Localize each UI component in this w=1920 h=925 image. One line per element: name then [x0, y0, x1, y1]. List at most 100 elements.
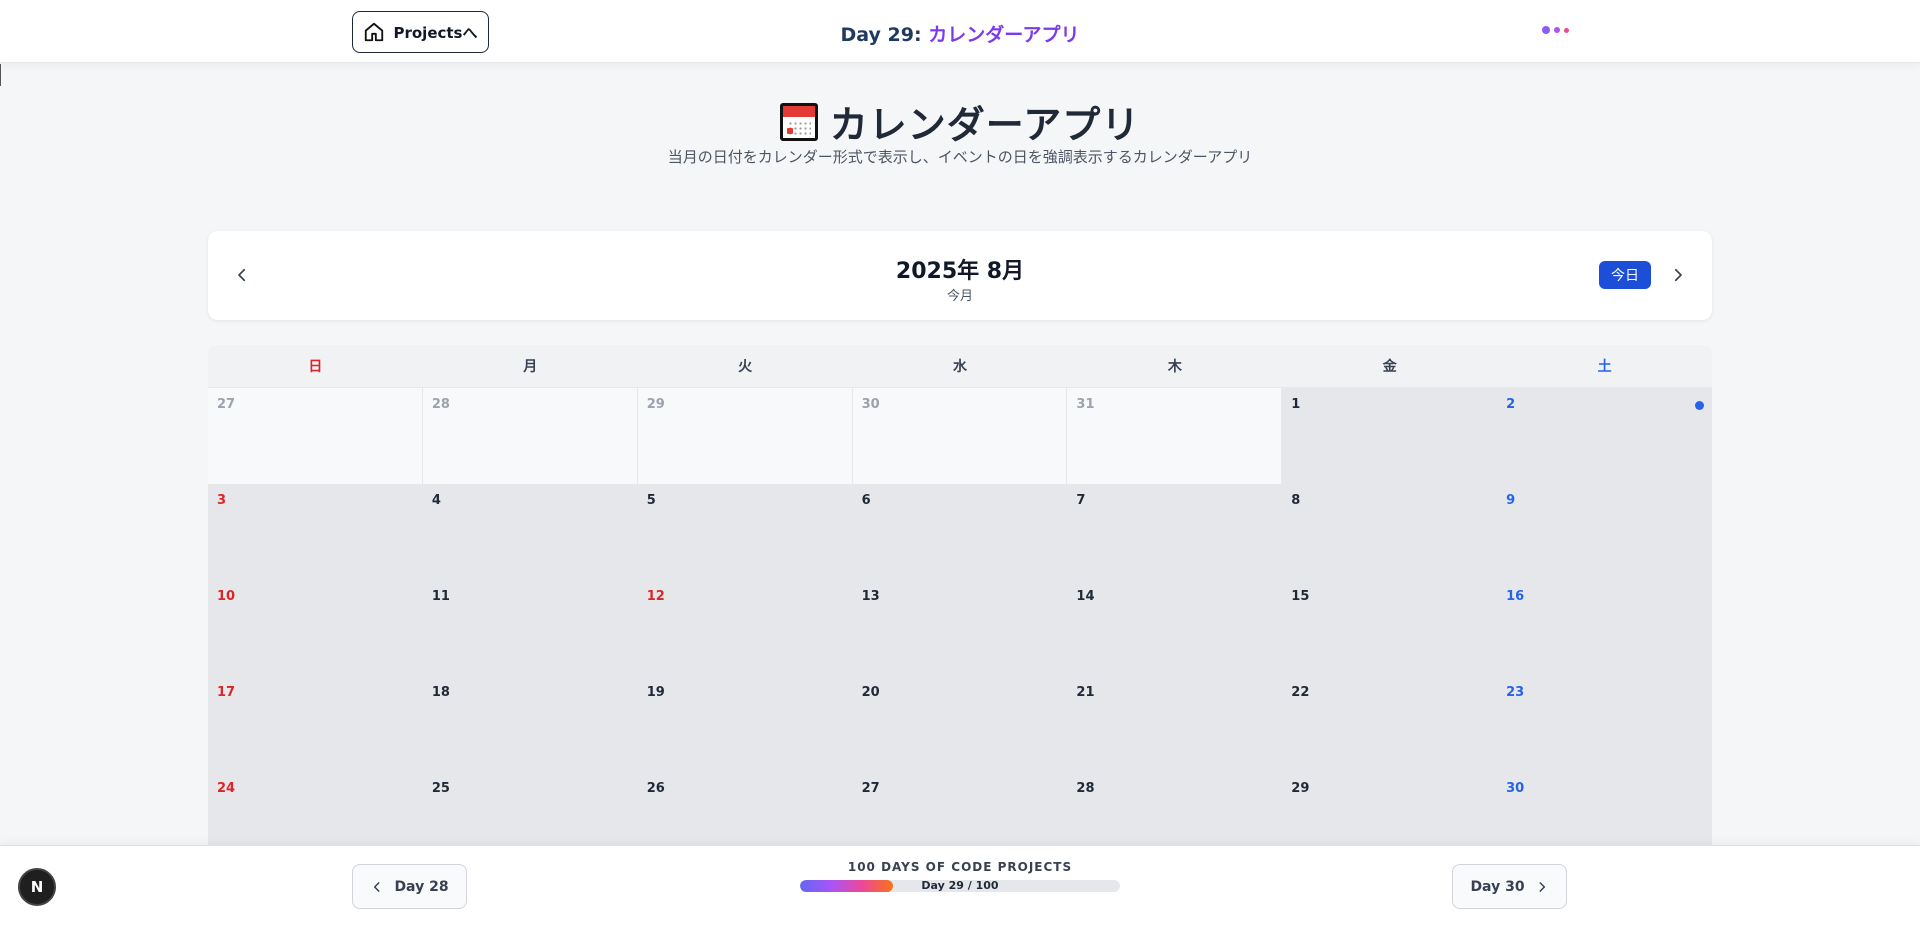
calendar-day-number: 31	[1076, 397, 1095, 412]
calendar-day-cell[interactable]: 3	[208, 484, 423, 580]
calendar-day-number: 8	[1291, 493, 1301, 508]
calendar-day-cell[interactable]: 29	[637, 388, 853, 484]
calendar-day-number: 23	[1506, 685, 1525, 700]
calendar-icon	[779, 102, 818, 141]
calendar-day-cell[interactable]: 19	[637, 676, 853, 772]
next-day-label: Day 30	[1470, 878, 1525, 895]
calendar-day-number: 13	[861, 589, 880, 604]
calendar-day-number: 1	[1291, 397, 1301, 412]
previous-day-button[interactable]: Day 28	[352, 864, 467, 909]
nextjs-logo-button[interactable]: N	[18, 868, 56, 906]
calendar-day-number: 12	[646, 589, 665, 604]
chevron-left-icon	[374, 881, 380, 892]
calendar-day-number: 28	[431, 397, 450, 412]
top-bar: Projectsへ Day 29: カレンダーアプリ	[0, 0, 1920, 63]
calendar-day-number: 20	[861, 685, 880, 700]
calendar-day-cell[interactable]: 9	[1497, 484, 1712, 580]
calendar-day-cell[interactable]: 23	[1497, 676, 1712, 772]
weekday-thursday: 木	[1167, 359, 1182, 375]
calendar-day-cell[interactable]: 24	[208, 772, 423, 845]
weekday-sunday: 日	[308, 359, 323, 375]
calendar-day-number: 11	[431, 589, 450, 604]
calendar-day-cell[interactable]: 20	[852, 676, 1068, 772]
calendar-days: 27 28 29 30 31 1 2 3 4 5 6 7 8 9 10 11 12 13 14 15 16 17 18 19 2…	[208, 388, 1712, 845]
calendar-day-number: 10	[217, 589, 236, 604]
calendar-day-cell[interactable]: 10	[208, 580, 423, 676]
chevron-right-icon	[1539, 881, 1545, 892]
calendar-day-cell[interactable]: 15	[1282, 580, 1498, 676]
calendar-day-number: 17	[217, 685, 236, 700]
page-title: カレンダーアプリ	[0, 94, 1920, 149]
calendar-day-number: 14	[1076, 589, 1095, 604]
calendar-day-number: 27	[217, 397, 236, 412]
calendar-day-number: 9	[1506, 493, 1516, 508]
calendar-day-number: 29	[1291, 781, 1310, 796]
calendar-day-cell[interactable]: 2	[1497, 388, 1712, 484]
calendar-day-number: 4	[431, 493, 441, 508]
progress-text: Day 29 / 100	[921, 880, 999, 892]
calendar-day-cell[interactable]: 12	[637, 580, 853, 676]
calendar-day-number: 2	[1506, 397, 1516, 412]
weekday-monday: 月	[523, 359, 538, 375]
calendar-day-cell[interactable]: 27	[852, 772, 1068, 845]
calendar-day-cell[interactable]: 7	[1067, 484, 1283, 580]
calendar-day-cell[interactable]: 30	[852, 388, 1068, 484]
calendar-day-number: 19	[646, 685, 665, 700]
month-navigation: 2025年 8月 今月 今日	[208, 231, 1712, 320]
progress-title: 100 DAYS OF CODE PROJECTS	[847, 860, 1073, 874]
calendar-day-number: 29	[646, 397, 665, 412]
page-title-text: カレンダーアプリ	[829, 103, 1141, 147]
weekday-tuesday: 火	[738, 359, 753, 375]
page-subtitle: 当月の日付をカレンダー形式で表示し、イベントの日を強調表示するカレンダーアプリ	[667, 148, 1253, 166]
calendar-day-cell[interactable]: 30	[1497, 772, 1712, 845]
chevron-right-icon	[1674, 268, 1682, 282]
calendar-day-number: 30	[861, 397, 880, 412]
dot-icon	[1542, 26, 1550, 34]
calendar-day-cell[interactable]: 31	[1067, 388, 1283, 484]
calendar-day-number: 15	[1291, 589, 1310, 604]
calendar-day-cell[interactable]: 6	[852, 484, 1068, 580]
calendar-day-cell[interactable]: 26	[637, 772, 853, 845]
calendar-day-number: 28	[1076, 781, 1095, 796]
calendar-grid: 日 月 火 水 木 金 土 27 28 29 30 31 1 2 3 4 5 6 7 8 9 10 11 12 1…	[208, 345, 1712, 845]
project-progress: 100 DAYS OF CODE PROJECTS Day 29 / 100	[800, 860, 1120, 892]
current-month-label: 2025年 8月	[895, 259, 1025, 284]
calendar-day-number: 6	[861, 493, 871, 508]
weekday-friday: 金	[1382, 359, 1397, 375]
calendar-day-cell[interactable]: 8	[1282, 484, 1498, 580]
calendar-day-cell[interactable]: 18	[422, 676, 638, 772]
calendar-day-number: 30	[1506, 781, 1525, 796]
calendar-day-cell[interactable]: 13	[852, 580, 1068, 676]
calendar-day-cell[interactable]: 1	[1282, 388, 1498, 484]
next-day-button[interactable]: Day 30	[1452, 864, 1567, 909]
calendar-day-cell[interactable]: 14	[1067, 580, 1283, 676]
calendar-day-cell[interactable]: 16	[1497, 580, 1712, 676]
progress-bar: Day 29 / 100	[800, 880, 1120, 892]
calendar-day-cell[interactable]: 5	[637, 484, 853, 580]
decorative-dots	[1542, 26, 1569, 34]
calendar-day-cell[interactable]: 29	[1282, 772, 1498, 845]
calendar-day-number: 3	[217, 493, 227, 508]
weekday-saturday: 土	[1597, 359, 1612, 375]
calendar-day-cell[interactable]: 27	[208, 388, 423, 484]
calendar-day-cell[interactable]: 28	[1067, 772, 1283, 845]
next-month-button[interactable]	[1664, 261, 1692, 289]
calendar-day-number: 26	[646, 781, 665, 796]
calendar-day-cell[interactable]: 4	[422, 484, 638, 580]
dot-icon	[1564, 27, 1569, 33]
calendar-day-cell[interactable]: 21	[1067, 676, 1283, 772]
today-button[interactable]: 今日	[1599, 261, 1651, 289]
weekday-header: 日 月 火 水 木 金 土	[208, 345, 1712, 388]
text-cursor	[0, 64, 1, 86]
dot-icon	[1554, 27, 1560, 33]
calendar-day-cell[interactable]: 25	[422, 772, 638, 845]
calendar-day-number: 22	[1291, 685, 1310, 700]
calendar-day-number: 21	[1076, 685, 1095, 700]
calendar-day-cell[interactable]: 17	[208, 676, 423, 772]
header-title-app: カレンダーアプリ	[928, 24, 1080, 46]
calendar-day-cell[interactable]: 11	[422, 580, 638, 676]
calendar-day-cell[interactable]: 28	[422, 388, 638, 484]
previous-day-label: Day 28	[394, 878, 449, 895]
calendar-day-cell[interactable]: 22	[1282, 676, 1498, 772]
calendar-day-number: 24	[217, 781, 236, 796]
